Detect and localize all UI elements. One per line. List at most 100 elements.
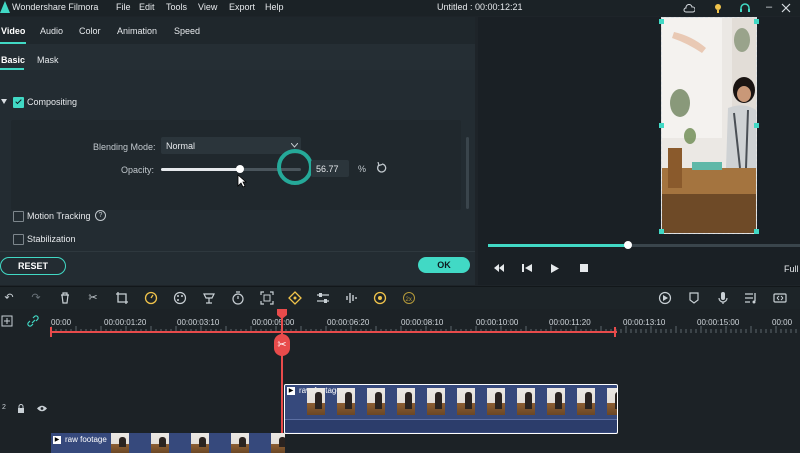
video-clip[interactable]: ▶ raw footage	[51, 433, 285, 453]
tab-animation[interactable]: Animation	[117, 26, 157, 36]
menu-help[interactable]: Help	[265, 2, 284, 12]
clip-thumbnail	[517, 388, 535, 415]
preview-panel: Full	[478, 17, 800, 285]
reset-icon[interactable]	[376, 162, 388, 174]
split-view-icon[interactable]	[773, 291, 787, 305]
opacity-input[interactable]: 56.77	[311, 160, 349, 177]
delete-icon[interactable]	[58, 291, 72, 305]
ok-button[interactable]: OK	[418, 257, 470, 273]
lock-icon[interactable]	[17, 404, 25, 413]
resize-handle-bl[interactable]	[659, 229, 664, 234]
tab-mask[interactable]: Mask	[37, 55, 59, 65]
tab-speed[interactable]: Speed	[174, 26, 200, 36]
menu-file[interactable]: File	[116, 2, 131, 12]
clip-thumbnail	[547, 388, 565, 415]
range-end-marker[interactable]	[614, 327, 616, 337]
bulb-icon[interactable]	[712, 2, 724, 14]
compositing-checkbox[interactable]	[13, 97, 24, 108]
render-icon[interactable]	[658, 291, 672, 305]
tab-color[interactable]: Color	[79, 26, 101, 36]
opacity-unit: %	[358, 164, 367, 174]
playback-scrubber[interactable]	[624, 241, 633, 249]
motion-tracking-icon[interactable]	[373, 291, 387, 305]
scissors-icon[interactable]: ✂	[86, 291, 100, 305]
playback-progress[interactable]	[488, 241, 800, 249]
clip-thumbnail	[271, 433, 285, 453]
chevron-down-icon	[291, 143, 298, 148]
ruler-label: 00:00:03:10	[177, 318, 220, 327]
click-highlight-ring	[277, 149, 313, 185]
resize-handle-tl[interactable]	[659, 19, 664, 24]
headset-icon[interactable]	[739, 2, 751, 14]
voiceover-list-icon[interactable]	[744, 291, 758, 305]
color-palette-icon[interactable]	[173, 291, 187, 305]
clip-thumbnail	[577, 388, 595, 415]
compositing-box: Blending Mode: Normal Opacity: 56.77 %	[11, 120, 461, 210]
ruler-label: 00:00:01:20	[104, 318, 147, 327]
stabilization-checkbox[interactable]	[13, 234, 24, 245]
speed-icon[interactable]	[144, 291, 158, 305]
panel-divider	[0, 251, 475, 252]
audio-waveform-icon[interactable]	[345, 291, 359, 305]
resize-handle-tr[interactable]	[754, 19, 759, 24]
timer-icon[interactable]	[231, 291, 245, 305]
collapse-triangle-icon[interactable]	[1, 99, 7, 105]
menu-edit[interactable]: Edit	[139, 2, 155, 12]
resize-handle-ml[interactable]	[659, 123, 664, 128]
stop-icon[interactable]	[580, 264, 588, 272]
reset-button[interactable]: RESET	[0, 257, 66, 275]
ruler-label: 00:00	[772, 318, 793, 327]
ruler-label: 00:00:08:10	[401, 318, 444, 327]
tab-audio[interactable]: Audio	[40, 26, 63, 36]
svg-text:2x: 2x	[406, 297, 412, 303]
crop-icon[interactable]	[115, 291, 129, 305]
split-scissors-icon[interactable]: ✂	[274, 334, 290, 356]
video-frame[interactable]	[661, 17, 757, 234]
clip-thumbnail	[427, 388, 445, 415]
shield-marker-icon[interactable]	[687, 291, 701, 305]
eye-icon[interactable]	[37, 405, 47, 412]
help-icon[interactable]: ?	[95, 210, 106, 221]
close-icon[interactable]	[781, 3, 791, 13]
menu-export[interactable]: Export	[229, 2, 255, 12]
opacity-slider-handle[interactable]	[236, 165, 245, 173]
resize-handle-mr[interactable]	[754, 123, 759, 128]
prev-frame-icon[interactable]	[522, 264, 532, 272]
redo-icon[interactable]: ↷	[29, 291, 43, 305]
adjust-icon[interactable]	[316, 291, 330, 305]
add-track-icon[interactable]	[1, 315, 13, 327]
clip-title: raw footage	[65, 435, 107, 444]
tab-video[interactable]: Video	[1, 26, 25, 36]
minimize-icon[interactable]: –	[766, 1, 772, 13]
motion-tracking-checkbox[interactable]	[13, 211, 24, 222]
track-index: 2	[2, 404, 6, 411]
clip-thumbnail	[151, 433, 169, 453]
panel-scrollbar[interactable]	[466, 137, 469, 209]
cloud-icon[interactable]	[683, 3, 695, 13]
blending-mode-select[interactable]: Normal	[161, 137, 301, 154]
play-icon[interactable]	[551, 264, 559, 273]
properties-panel: Video Audio Color Animation Speed Basic …	[0, 17, 475, 285]
tab-basic[interactable]: Basic	[1, 55, 25, 65]
menu-tools[interactable]: Tools	[166, 2, 187, 12]
project-title: Untitled : 00:00:12:21	[437, 2, 523, 12]
clip-thumbnail	[307, 388, 325, 415]
resize-handle-br[interactable]	[754, 229, 759, 234]
fit-screen-icon[interactable]	[260, 291, 274, 305]
keyframe-icon[interactable]	[288, 291, 302, 305]
range-start-marker[interactable]	[50, 327, 52, 337]
menu-view[interactable]: View	[198, 2, 217, 12]
stamp-icon[interactable]	[202, 291, 216, 305]
video-preview-image	[662, 18, 756, 233]
auto-sync-icon[interactable]: 2x	[402, 291, 416, 305]
undo-icon[interactable]: ↶	[2, 291, 16, 305]
clip-thumbnail	[487, 388, 505, 415]
zoom-label[interactable]: Full	[784, 264, 799, 274]
microphone-icon[interactable]	[716, 291, 730, 305]
link-icon[interactable]	[27, 315, 39, 327]
clip-thumbnail	[367, 388, 385, 415]
step-back-icon[interactable]	[494, 264, 504, 272]
video-clip-selected[interactable]: ▶ raw footage	[284, 384, 618, 434]
clip-thumbnail	[607, 388, 617, 415]
clip-thumbnail	[397, 388, 415, 415]
